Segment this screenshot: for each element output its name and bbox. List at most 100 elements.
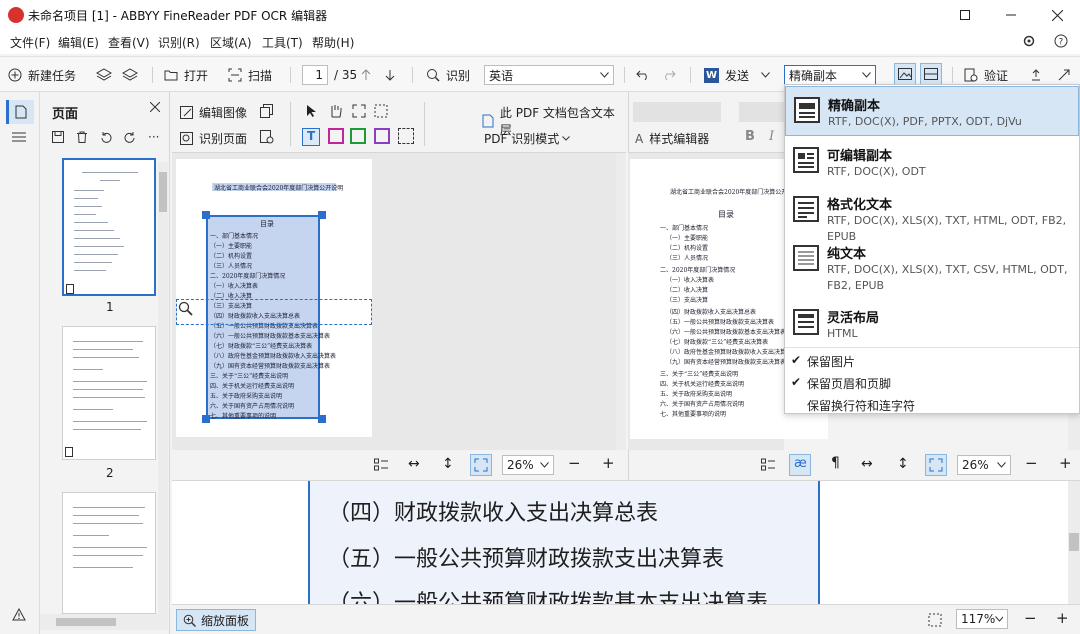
zoom-in-button[interactable]: + (602, 454, 615, 472)
hand-icon[interactable] (328, 104, 342, 118)
pdf-mode-button[interactable]: PDF 识别模式 (484, 130, 571, 147)
close-button[interactable] (1034, 0, 1080, 30)
zoom-out-button[interactable]: − (1024, 609, 1037, 627)
format-option-editable[interactable]: 可编辑副本 RTF, DOC(X), ODT (785, 137, 1079, 185)
fit-height-icon[interactable]: ↕ (897, 456, 909, 472)
option-keep-headers[interactable]: ✔ 保留页眉和页脚 (785, 373, 1079, 393)
option-keep-pictures[interactable]: ✔ 保留图片 (785, 351, 1079, 371)
fit-width-icon[interactable]: ↔ (408, 456, 420, 472)
page-thumbnail-3[interactable] (62, 492, 156, 614)
show-text-toggle[interactable] (920, 63, 942, 85)
layers-alt-icon[interactable] (122, 65, 138, 85)
page-thumbnail-1[interactable] (62, 158, 156, 296)
text-view[interactable]: 湖北省工商业联合会2020年度部门决算公开说明 目录 一、部门基本情况 （一）主… (628, 152, 828, 450)
menu-help[interactable]: 帮助(H) (312, 34, 354, 51)
font-select[interactable] (739, 102, 785, 122)
bold-button[interactable]: B (745, 129, 755, 144)
format-option-formatted[interactable]: 格式化文本 RTF, DOC(X), XLS(X), TXT, HTML, OD… (785, 186, 1079, 243)
picture-area-tool[interactable] (328, 128, 344, 144)
zoom-pane-zoom-select[interactable]: 117% (956, 609, 1008, 629)
help-icon[interactable]: ? (1054, 34, 1070, 50)
resize-handle[interactable] (202, 415, 210, 423)
redo-button[interactable] (662, 65, 676, 85)
language-select[interactable]: 英语 (484, 65, 614, 85)
pilcrow-icon[interactable]: ¶ (831, 455, 840, 471)
undo-button[interactable] (636, 65, 650, 85)
open-button[interactable]: 打开 (164, 65, 208, 85)
option-keep-line-breaks[interactable]: 保留换行符和连字符 (785, 395, 1079, 415)
show-image-toggle[interactable] (894, 63, 916, 85)
fit-width-icon[interactable]: ↔ (861, 456, 873, 472)
image-zoom-select[interactable]: 26% (502, 455, 554, 475)
menu-area[interactable]: 区域(A) (210, 34, 252, 51)
menu-view[interactable]: 查看(V) (108, 34, 150, 51)
pointer-icon[interactable] (306, 104, 318, 118)
settings-gear-icon[interactable] (1022, 34, 1038, 50)
save-icon[interactable] (52, 131, 64, 143)
previous-page-button[interactable] (360, 65, 372, 85)
resize-handle[interactable] (202, 211, 210, 219)
layout-icon[interactable] (761, 458, 775, 472)
fit-height-icon[interactable]: ↕ (442, 456, 454, 472)
style-select[interactable] (633, 102, 721, 122)
area-select-icon[interactable] (374, 104, 390, 118)
image-view[interactable]: 湖北省工商业联合会2020年度部门决算公开说明 目录 一、部门基本情况 （一）主… (172, 152, 626, 451)
verify-button[interactable]: 验证 (964, 65, 1008, 85)
scan-button[interactable]: 扫描 (228, 65, 272, 85)
menu-edit[interactable]: 编辑(E) (58, 34, 99, 51)
send-button[interactable]: W 发送 (704, 65, 770, 85)
menu-file[interactable]: 文件(F) (10, 34, 50, 51)
rotate-left-icon[interactable] (100, 131, 112, 143)
fit-icon[interactable] (352, 104, 366, 118)
zoom-in-button[interactable]: + (1056, 609, 1069, 627)
format-option-exact[interactable]: 精确副本 RTF, DOC(X), PDF, PPTX, ODT, DjVu (785, 86, 1079, 136)
zoom-in-button[interactable]: + (1059, 454, 1072, 472)
scrollbar-thumb[interactable] (1069, 533, 1079, 551)
page-number-input[interactable]: 1 (302, 65, 328, 85)
page-thumbnail-2[interactable] (62, 326, 156, 460)
text-zoom-select[interactable]: 26% (957, 455, 1011, 475)
next-page-button[interactable] (384, 65, 396, 85)
page-settings-icon[interactable] (260, 130, 274, 144)
close-panel-button[interactable] (150, 102, 160, 112)
scrollbar-thumb[interactable] (159, 172, 167, 212)
format-select[interactable]: 精确副本 (784, 65, 876, 85)
style-editor-button[interactable]: A 样式编辑器 (635, 130, 709, 147)
barcode-area-tool[interactable] (398, 128, 414, 144)
recognize-button[interactable]: 识别 (426, 65, 470, 85)
menu-tools[interactable]: 工具(T) (262, 34, 303, 51)
export-icon[interactable] (1030, 65, 1042, 85)
more-icon[interactable] (1058, 65, 1070, 85)
show-formatting-toggle[interactable]: æ (789, 454, 811, 476)
copy-icon[interactable] (260, 104, 274, 118)
pages-scrollbar[interactable] (158, 162, 168, 614)
more-options-icon[interactable]: ··· (148, 130, 159, 144)
fit-page-toggle[interactable] (470, 454, 492, 476)
rotate-right-icon[interactable] (124, 131, 136, 143)
zoom-pane[interactable]: （四）财政拨款收入支出决算总表 （五）一般公共预算财政拨款支出决算表 （六）一般… (172, 480, 1080, 605)
zoom-out-button[interactable]: − (568, 454, 581, 472)
table-area-tool[interactable] (350, 128, 366, 144)
image-scrollbar[interactable] (616, 153, 626, 451)
layout-icon[interactable] (374, 458, 388, 472)
recognize-page-button[interactable]: 识别页面 (180, 130, 247, 147)
page-image[interactable]: 湖北省工商业联合会2020年度部门决算公开说明 目录 一、部门基本情况 （一）主… (176, 159, 372, 437)
edit-image-button[interactable]: 编辑图像 (180, 104, 247, 121)
warning-icon[interactable] (12, 608, 26, 621)
fit-selection-icon[interactable] (928, 613, 942, 627)
resize-handle[interactable] (318, 415, 326, 423)
list-view-icon[interactable] (12, 132, 26, 142)
pages-view-button[interactable] (6, 100, 34, 124)
resize-handle[interactable] (318, 211, 326, 219)
format-option-flexible[interactable]: 灵活布局 HTML (785, 299, 1079, 347)
delete-icon[interactable] (76, 131, 88, 143)
background-area-tool[interactable] (374, 128, 390, 144)
maximize-button[interactable] (942, 0, 988, 30)
zoom-panel-toggle[interactable]: 缩放面板 (176, 609, 257, 631)
hscrollbar-thumb[interactable] (56, 618, 116, 626)
zoom-out-button[interactable]: − (1025, 454, 1038, 472)
format-option-plain[interactable]: 纯文本 RTF, DOC(X), XLS(X), TXT, CSV, HTML,… (785, 235, 1079, 299)
zoom-scrollbar[interactable] (1068, 481, 1080, 605)
pages-hscrollbar[interactable] (40, 614, 168, 630)
new-task-button[interactable]: 新建任务 (8, 65, 76, 85)
